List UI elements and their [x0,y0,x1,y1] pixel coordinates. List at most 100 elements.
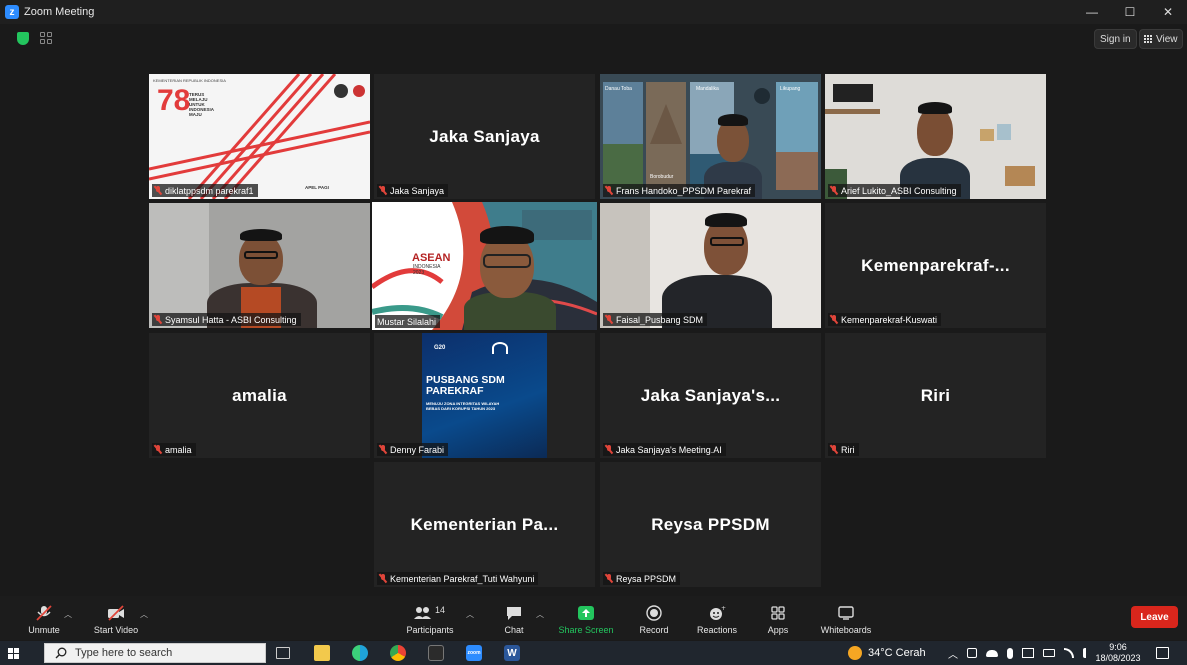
mic-muted-icon [36,605,52,621]
video-tile[interactable]: Faisal_Pusbang SDM [600,203,821,328]
chat-button[interactable]: Chat [496,596,532,640]
participant-name-label: Jaka Sanjaya's Meeting.AI [603,443,726,456]
video-tile[interactable]: Arief Lukito_ASBI Consulting [825,74,1046,199]
onedrive-cloud-icon[interactable] [986,649,998,657]
video-tile[interactable]: Riri Riri [825,333,1046,458]
system-tray: ︿ [948,641,1093,665]
meeting-toolbar: Unmute ︿ Start Video ︿ 14 Participants ︿ [0,596,1187,640]
edge-browser-icon[interactable] [352,645,368,661]
participant-name-label: Syamsul Hatta - ASBI Consulting [152,313,301,326]
task-view-icon[interactable] [276,647,290,659]
notifications-icon[interactable] [1156,647,1169,659]
video-tile[interactable]: Syamsul Hatta - ASBI Consulting [149,203,370,328]
video-tile[interactable]: Danau Toba Mandalika Likupang Borobudur … [600,74,821,199]
terminal-icon[interactable] [428,645,444,661]
mic-muted-icon [379,574,387,583]
chrome-browser-icon[interactable] [390,645,406,661]
tray-app-icon[interactable] [967,648,977,658]
zoom-app-icon[interactable]: zoom [466,645,482,661]
meeting-info-icon[interactable] [40,32,52,44]
participant-name: Riri [841,444,855,455]
reactions-button[interactable]: + Reactions [692,596,742,640]
whiteboard-icon [838,606,854,620]
slide-footer: APEL PAGI [305,185,329,190]
participant-name: Syamsul Hatta - ASBI Consulting [165,314,297,325]
tray-mic-icon[interactable] [1007,647,1013,659]
close-button[interactable]: ✕ [1149,0,1187,24]
whiteboards-button[interactable]: Whiteboards [816,596,876,640]
participant-display-name: Jaka Sanjaya [429,126,540,146]
sign-in-button[interactable]: Sign in [1094,29,1137,49]
mic-muted-icon [830,445,838,454]
participant-display-name: Riri [920,385,951,405]
start-video-button[interactable]: Start Video [88,596,144,640]
word-app-icon[interactable]: W [504,645,520,661]
apps-button[interactable]: Apps [762,596,794,640]
record-button[interactable]: Record [632,596,676,640]
record-label: Record [639,625,669,635]
slide-line: MAJU [189,112,202,117]
video-tile[interactable]: Jaka Sanjaya Jaka Sanjaya [374,74,595,199]
participant-name: diklatppsdm parekraf1 [165,185,254,196]
leave-button[interactable]: Leave [1131,606,1178,628]
view-button[interactable]: View [1139,29,1183,49]
audio-options-chevron-icon[interactable]: ︿ [64,609,72,620]
share-screen-button[interactable]: Share Screen [556,596,616,640]
taskbar-clock[interactable]: 9:06 18/08/2023 [1090,642,1146,664]
participant-name-label: Frans Handoko_PPSDM Parekraf [603,184,756,197]
tray-overflow-chevron-icon[interactable]: ︿ [948,646,958,661]
unmute-label: Unmute [28,625,60,635]
video-tile[interactable]: amalia amalia [149,333,370,458]
mic-muted-icon [154,315,162,324]
video-tile[interactable]: G20 PUSBANG SDM PAREKRAF MENUJU ZONA INT… [374,333,595,458]
weather-widget[interactable]: 34°C Cerah [848,641,926,665]
participant-name-label: Mustar Silalahi [375,315,441,328]
mic-muted-icon [605,574,613,583]
participant-name: Denny Farabi [390,444,445,455]
video-tile[interactable]: KEMENTERIAN REPUBLIK INDONESIA 78 TERUS … [149,74,370,199]
unmute-button[interactable]: Unmute [22,596,66,640]
asean-year-text: 2023 [413,270,425,276]
slide-slogan: TERUS MELAJU UNTUK INDONESIA MAJU [189,92,214,117]
video-off-icon [108,605,124,621]
participant-name-label: Kemenparekraf-Kuswati [828,313,942,326]
video-tile[interactable]: Jaka Sanjaya's... Jaka Sanjaya's Meeting… [600,333,821,458]
participant-name: Reysa PPSDM [616,573,677,584]
video-tile[interactable]: Kementerian Pa... Kementerian Parekraf_T… [374,462,595,587]
taskbar-search[interactable] [44,643,266,663]
minimize-button[interactable]: — [1073,0,1111,24]
window-title: Zoom Meeting [24,6,95,18]
video-tile-active-speaker[interactable]: ASEAN INDONESIA 2023 Mustar Silalahi [372,202,597,330]
participants-count: 14 [435,605,446,615]
mic-muted-icon [830,186,838,195]
battery-icon[interactable] [1043,649,1055,657]
wifi-icon[interactable] [1064,648,1074,658]
bg-caption: Likupang [780,86,801,92]
participants-chevron-icon[interactable]: ︿ [466,609,474,620]
start-button[interactable] [0,641,26,665]
chat-label: Chat [504,625,524,635]
video-tile[interactable]: Kemenparekraf-... Kemenparekraf-Kuswati [825,203,1046,328]
participant-display-name: amalia [232,385,287,405]
bg-caption: Borobudur [650,174,674,180]
title-bar: z Zoom Meeting — ☐ ✕ [0,0,1187,24]
file-explorer-icon[interactable] [314,645,330,661]
apps-icon [771,606,785,620]
participants-button[interactable]: 14 Participants [400,596,460,640]
slide-anniversary-number: 78 [157,84,191,117]
participant-name: Kementerian Parekraf_Tuti Wahyuni [390,573,535,584]
share-screen-label: Share Screen [558,625,614,635]
tray-display-icon[interactable] [1022,648,1034,658]
mic-muted-icon [379,186,387,195]
maximize-button[interactable]: ☐ [1111,0,1149,24]
search-input[interactable] [75,647,245,659]
participant-name-label: amalia [152,443,196,456]
search-icon [55,647,67,659]
mic-muted-icon [605,445,613,454]
video-tile[interactable]: Reysa PPSDM Reysa PPSDM [600,462,821,587]
poster-title: PUSBANG SDM PAREKRAF [426,374,505,397]
video-options-chevron-icon[interactable]: ︿ [140,609,148,620]
record-icon [646,605,662,621]
chat-chevron-icon[interactable]: ︿ [536,609,544,620]
encryption-shield-icon[interactable] [17,32,29,45]
